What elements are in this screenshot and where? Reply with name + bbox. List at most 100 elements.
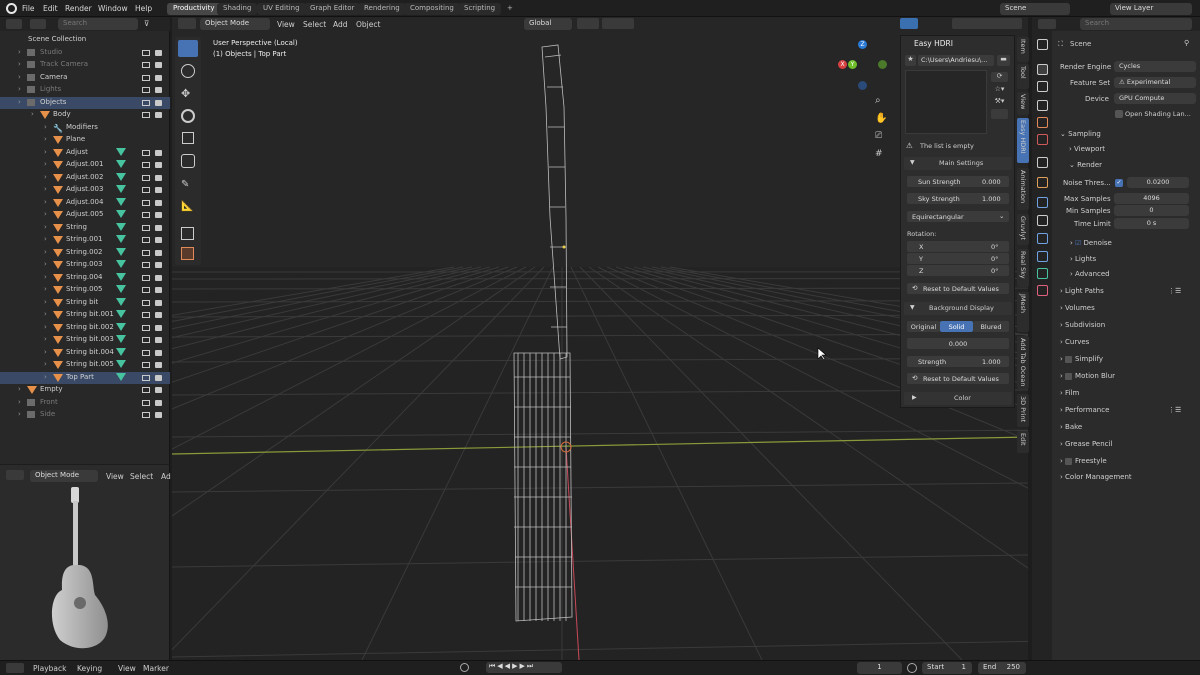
render-camera-icon[interactable] xyxy=(155,162,162,168)
expand-arrow-icon[interactable]: › xyxy=(44,310,47,318)
visibility-icon[interactable] xyxy=(142,325,150,331)
favorite-star-icon[interactable]: ★ xyxy=(905,55,916,66)
viewport-shading-icons[interactable] xyxy=(952,18,1022,29)
tool-properties-tab-icon[interactable] xyxy=(1037,39,1048,50)
expand-arrow-icon[interactable]: › xyxy=(44,148,47,156)
render-camera-icon[interactable] xyxy=(155,262,162,268)
panel-freestyle[interactable]: › Freestyle xyxy=(1060,457,1107,465)
image-icon[interactable] xyxy=(991,109,1008,119)
tab-scripting[interactable]: Scripting xyxy=(458,3,502,15)
outliner-item-string-005[interactable]: › String.005 xyxy=(0,284,170,296)
visibility-icon[interactable] xyxy=(142,212,150,218)
outliner-item-modifiers[interactable]: › 🔧 Modifiers xyxy=(0,122,170,134)
visibility-icon[interactable] xyxy=(142,287,150,293)
outliner-item-plane[interactable]: › Plane xyxy=(0,134,170,146)
max-samples-field[interactable]: 4096 xyxy=(1114,193,1189,204)
render-camera-icon[interactable] xyxy=(155,150,162,156)
visibility-icon[interactable] xyxy=(142,275,150,281)
measure-tool-icon[interactable]: 📐 xyxy=(181,201,195,215)
outliner-item-string-bit-002[interactable]: › String bit.002 xyxy=(0,322,170,334)
render-engine-dropdown[interactable]: Cycles xyxy=(1114,61,1196,72)
outliner-item-string-004[interactable]: › String.004 xyxy=(0,272,170,284)
timeline-menu-playback[interactable]: Playback xyxy=(33,664,66,673)
scene-properties-tab-icon[interactable] xyxy=(1037,117,1048,128)
refresh-icon[interactable]: ⟳ xyxy=(991,72,1008,82)
side-tab-view[interactable]: View xyxy=(1017,92,1029,115)
preview-editor-icon[interactable] xyxy=(6,470,24,480)
outliner-search-input[interactable]: Search xyxy=(58,18,138,30)
hdri-path-field[interactable]: C:\Users\Andriesu\... xyxy=(918,55,994,66)
rotation-y-field[interactable]: Y 0° xyxy=(907,253,1009,264)
visibility-icon[interactable] xyxy=(142,412,150,418)
side-tab-gruvlyt[interactable]: Gruvlyt xyxy=(1017,214,1029,245)
expand-arrow-icon[interactable]: › xyxy=(44,210,47,218)
visibility-icon[interactable] xyxy=(142,237,150,243)
bg-tab-original[interactable]: Original xyxy=(907,321,940,332)
folder-icon[interactable]: ▬ xyxy=(997,55,1010,66)
outliner-item-adjust-002[interactable]: › Adjust.002 xyxy=(0,172,170,184)
render-camera-icon[interactable] xyxy=(155,312,162,318)
denoise-subsection[interactable]: › ☑ Denoise xyxy=(1070,239,1112,247)
render-camera-icon[interactable] xyxy=(155,337,162,343)
expand-arrow-icon[interactable]: › xyxy=(18,85,21,93)
rotation-x-field[interactable]: X 0° xyxy=(907,241,1009,252)
expand-arrow-icon[interactable]: › xyxy=(44,135,47,143)
timeline-menu-marker[interactable]: Marker xyxy=(143,664,169,673)
outliner-item-track-camera[interactable]: › Track Camera xyxy=(0,59,170,71)
outliner-item-empty[interactable]: › Empty xyxy=(0,384,170,396)
gizmo-x-icon[interactable]: X xyxy=(838,60,847,69)
preview-menu-add[interactable]: Ad xyxy=(161,472,171,481)
panel-checkbox[interactable] xyxy=(1065,372,1073,380)
expand-arrow-icon[interactable]: › xyxy=(18,60,21,68)
outliner-item-adjust-004[interactable]: › Adjust.004 xyxy=(0,197,170,209)
scene-selector[interactable]: Scene xyxy=(1000,3,1070,15)
render-camera-icon[interactable] xyxy=(155,287,162,293)
visibility-icon[interactable] xyxy=(142,112,150,118)
tab-shading[interactable]: Shading xyxy=(217,3,258,15)
visibility-icon[interactable] xyxy=(142,350,150,356)
render-camera-icon[interactable] xyxy=(155,275,162,281)
collection-properties-tab-icon[interactable] xyxy=(1037,157,1048,168)
visibility-icon[interactable] xyxy=(142,187,150,193)
add-cube-tool-icon[interactable] xyxy=(181,227,194,240)
osl-checkbox[interactable] xyxy=(1115,110,1123,118)
expand-arrow-icon[interactable]: › xyxy=(44,173,47,181)
overlay-icon[interactable] xyxy=(900,18,918,29)
outliner-item-string-bit[interactable]: › String bit xyxy=(0,297,170,309)
expand-arrow-icon[interactable]: › xyxy=(18,385,21,393)
menu-window[interactable]: Window xyxy=(98,4,128,13)
render-camera-icon[interactable] xyxy=(155,300,162,306)
visibility-icon[interactable] xyxy=(142,362,150,368)
favorites-icon[interactable]: ☆▾ xyxy=(991,85,1008,95)
view-layer-selector[interactable]: View Layer xyxy=(1110,3,1192,15)
tools-icon[interactable]: ⚒▾ xyxy=(991,97,1008,107)
side-tab-tool[interactable]: Tool xyxy=(1017,64,1029,89)
expand-arrow-icon[interactable]: › xyxy=(44,348,47,356)
render-camera-icon[interactable] xyxy=(155,87,162,93)
record-icon[interactable] xyxy=(460,663,469,672)
viewport-menu-view[interactable]: View xyxy=(277,20,295,29)
visibility-icon[interactable] xyxy=(142,162,150,168)
render-camera-icon[interactable] xyxy=(155,225,162,231)
render-camera-icon[interactable] xyxy=(155,175,162,181)
hdri-preview-list[interactable] xyxy=(905,70,987,134)
side-tab-easy-hdri[interactable]: Easy HDRI xyxy=(1017,118,1029,163)
visibility-icon[interactable] xyxy=(142,225,150,231)
noise-threshold-checkbox[interactable]: ✓ xyxy=(1115,179,1123,187)
expand-arrow-icon[interactable]: › xyxy=(44,335,47,343)
expand-arrow-icon[interactable]: › xyxy=(44,235,47,243)
start-frame-field[interactable]: Start 1 xyxy=(922,662,972,674)
device-dropdown[interactable]: GPU Compute xyxy=(1114,93,1196,104)
timeline-menu-keying[interactable]: Keying xyxy=(77,664,102,673)
viewport-menu-object[interactable]: Object xyxy=(356,20,380,29)
render-camera-icon[interactable] xyxy=(155,375,162,381)
clock-icon[interactable] xyxy=(907,663,917,673)
output-properties-tab-icon[interactable] xyxy=(1037,81,1048,92)
move-tool-icon[interactable]: ✥ xyxy=(181,87,195,101)
panel-checkbox[interactable] xyxy=(1065,457,1073,465)
outliner-item-string-002[interactable]: › String.002 xyxy=(0,247,170,259)
visibility-icon[interactable] xyxy=(142,262,150,268)
advanced-subsection[interactable]: › Advanced xyxy=(1070,270,1110,278)
outliner-item-string-bit-005[interactable]: › String bit.005 xyxy=(0,359,170,371)
proportional-edit-icon[interactable] xyxy=(602,18,634,29)
